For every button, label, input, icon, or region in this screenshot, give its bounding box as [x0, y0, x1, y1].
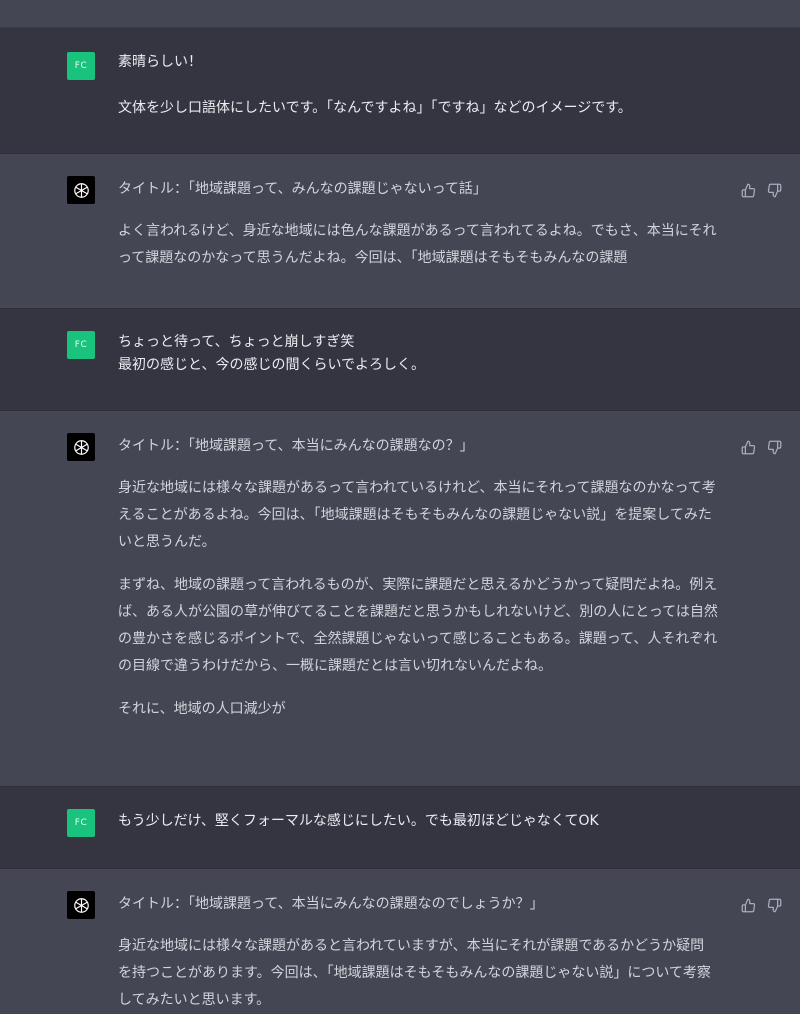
feedback-buttons: [740, 182, 782, 198]
user-avatar: FC: [67, 809, 95, 837]
response-paragraph: 身近な地域には様々な課題があると言われていますが、本当にそれが課題であるかどうか…: [118, 938, 711, 1008]
response-paragraph: 身近な地域には様々な課題があるって言われているけれど、本当にそれって課題なのかな…: [118, 480, 716, 550]
message-line: 文体を少し口語体にしたいです。「なんですよね」「ですね」などのイメージです。: [118, 100, 632, 116]
feedback-buttons: [740, 897, 782, 913]
message-line: 最初の感じと、今の感じの間くらいでよろしく。: [118, 357, 426, 373]
response-title: タイトル：「地域課題って、本当にみんなの課題なのでしょうか？」: [118, 896, 544, 912]
message-line: もう少しだけ、堅くフォーマルな感じにしたい。でも最初ほどじゃなくてOK: [118, 813, 599, 829]
thumbs-down-icon[interactable]: [766, 182, 782, 198]
thumbs-up-icon[interactable]: [740, 439, 756, 455]
openai-logo-icon: [67, 891, 95, 919]
message-text: 素晴らしい！ 文体を少し口語体にしたいです。「なんですよね」「ですね」などのイメ…: [118, 51, 718, 120]
message-text: もう少しだけ、堅くフォーマルな感じにしたい。でも最初ほどじゃなくてOK: [118, 810, 718, 833]
thumbs-down-icon[interactable]: [766, 439, 782, 455]
openai-logo-icon: [67, 433, 95, 461]
response-paragraph: まずね、地域の課題って言われるものが、実際に課題だと思えるかどうかって疑問だよね…: [118, 577, 718, 674]
message-line: ちょっと待って、ちょっと崩しすぎ笑: [118, 334, 355, 350]
response-body: 身近な地域には様々な課題があるって言われているけれど、本当にそれって課題なのかな…: [118, 475, 718, 723]
assistant-message: タイトル：「地域課題って、本当にみんなの課題なのでしょうか？」 身近な地域には様…: [0, 869, 800, 1009]
message-line: 素晴らしい！: [118, 54, 202, 70]
top-bar: [0, 0, 800, 28]
response-paragraph: よく言われるけど、身近な地域には色んな課題があるって言われてるよね。でもさ、本当…: [118, 223, 717, 266]
feedback-buttons: [740, 439, 782, 455]
user-message: FC 素晴らしい！ 文体を少し口語体にしたいです。「なんですよね」「ですね」など…: [0, 28, 800, 154]
response-title: タイトル：「地域課題って、みんなの課題じゃないって話」: [118, 181, 487, 197]
thumbs-up-icon[interactable]: [740, 182, 756, 198]
response-body: 身近な地域には様々な課題があると言われていますが、本当にそれが課題であるかどうか…: [118, 933, 718, 1014]
user-message: FC ちょっと待って、ちょっと崩しすぎ笑 最初の感じと、今の感じの間くらいでよろ…: [0, 309, 800, 411]
response-paragraph: それに、地域の人口減少が: [118, 701, 286, 717]
thumbs-up-icon[interactable]: [740, 897, 756, 913]
response-body: よく言われるけど、身近な地域には色んな課題があるって言われてるよね。でもさ、本当…: [118, 218, 718, 272]
assistant-message: タイトル：「地域課題って、みんなの課題じゃないって話」 よく言われるけど、身近な…: [0, 154, 800, 309]
assistant-message: タイトル：「地域課題って、本当にみんなの課題なの？」 身近な地域には様々な課題が…: [0, 411, 800, 787]
message-text: ちょっと待って、ちょっと崩しすぎ笑 最初の感じと、今の感じの間くらいでよろしく。: [118, 331, 718, 377]
user-avatar: FC: [67, 331, 95, 359]
thumbs-down-icon[interactable]: [766, 897, 782, 913]
response-title: タイトル：「地域課題って、本当にみんなの課題なの？」: [118, 438, 474, 454]
openai-logo-icon: [67, 176, 95, 204]
user-message: FC もう少しだけ、堅くフォーマルな感じにしたい。でも最初ほどじゃなくてOK: [0, 787, 800, 869]
user-avatar: FC: [67, 52, 95, 80]
